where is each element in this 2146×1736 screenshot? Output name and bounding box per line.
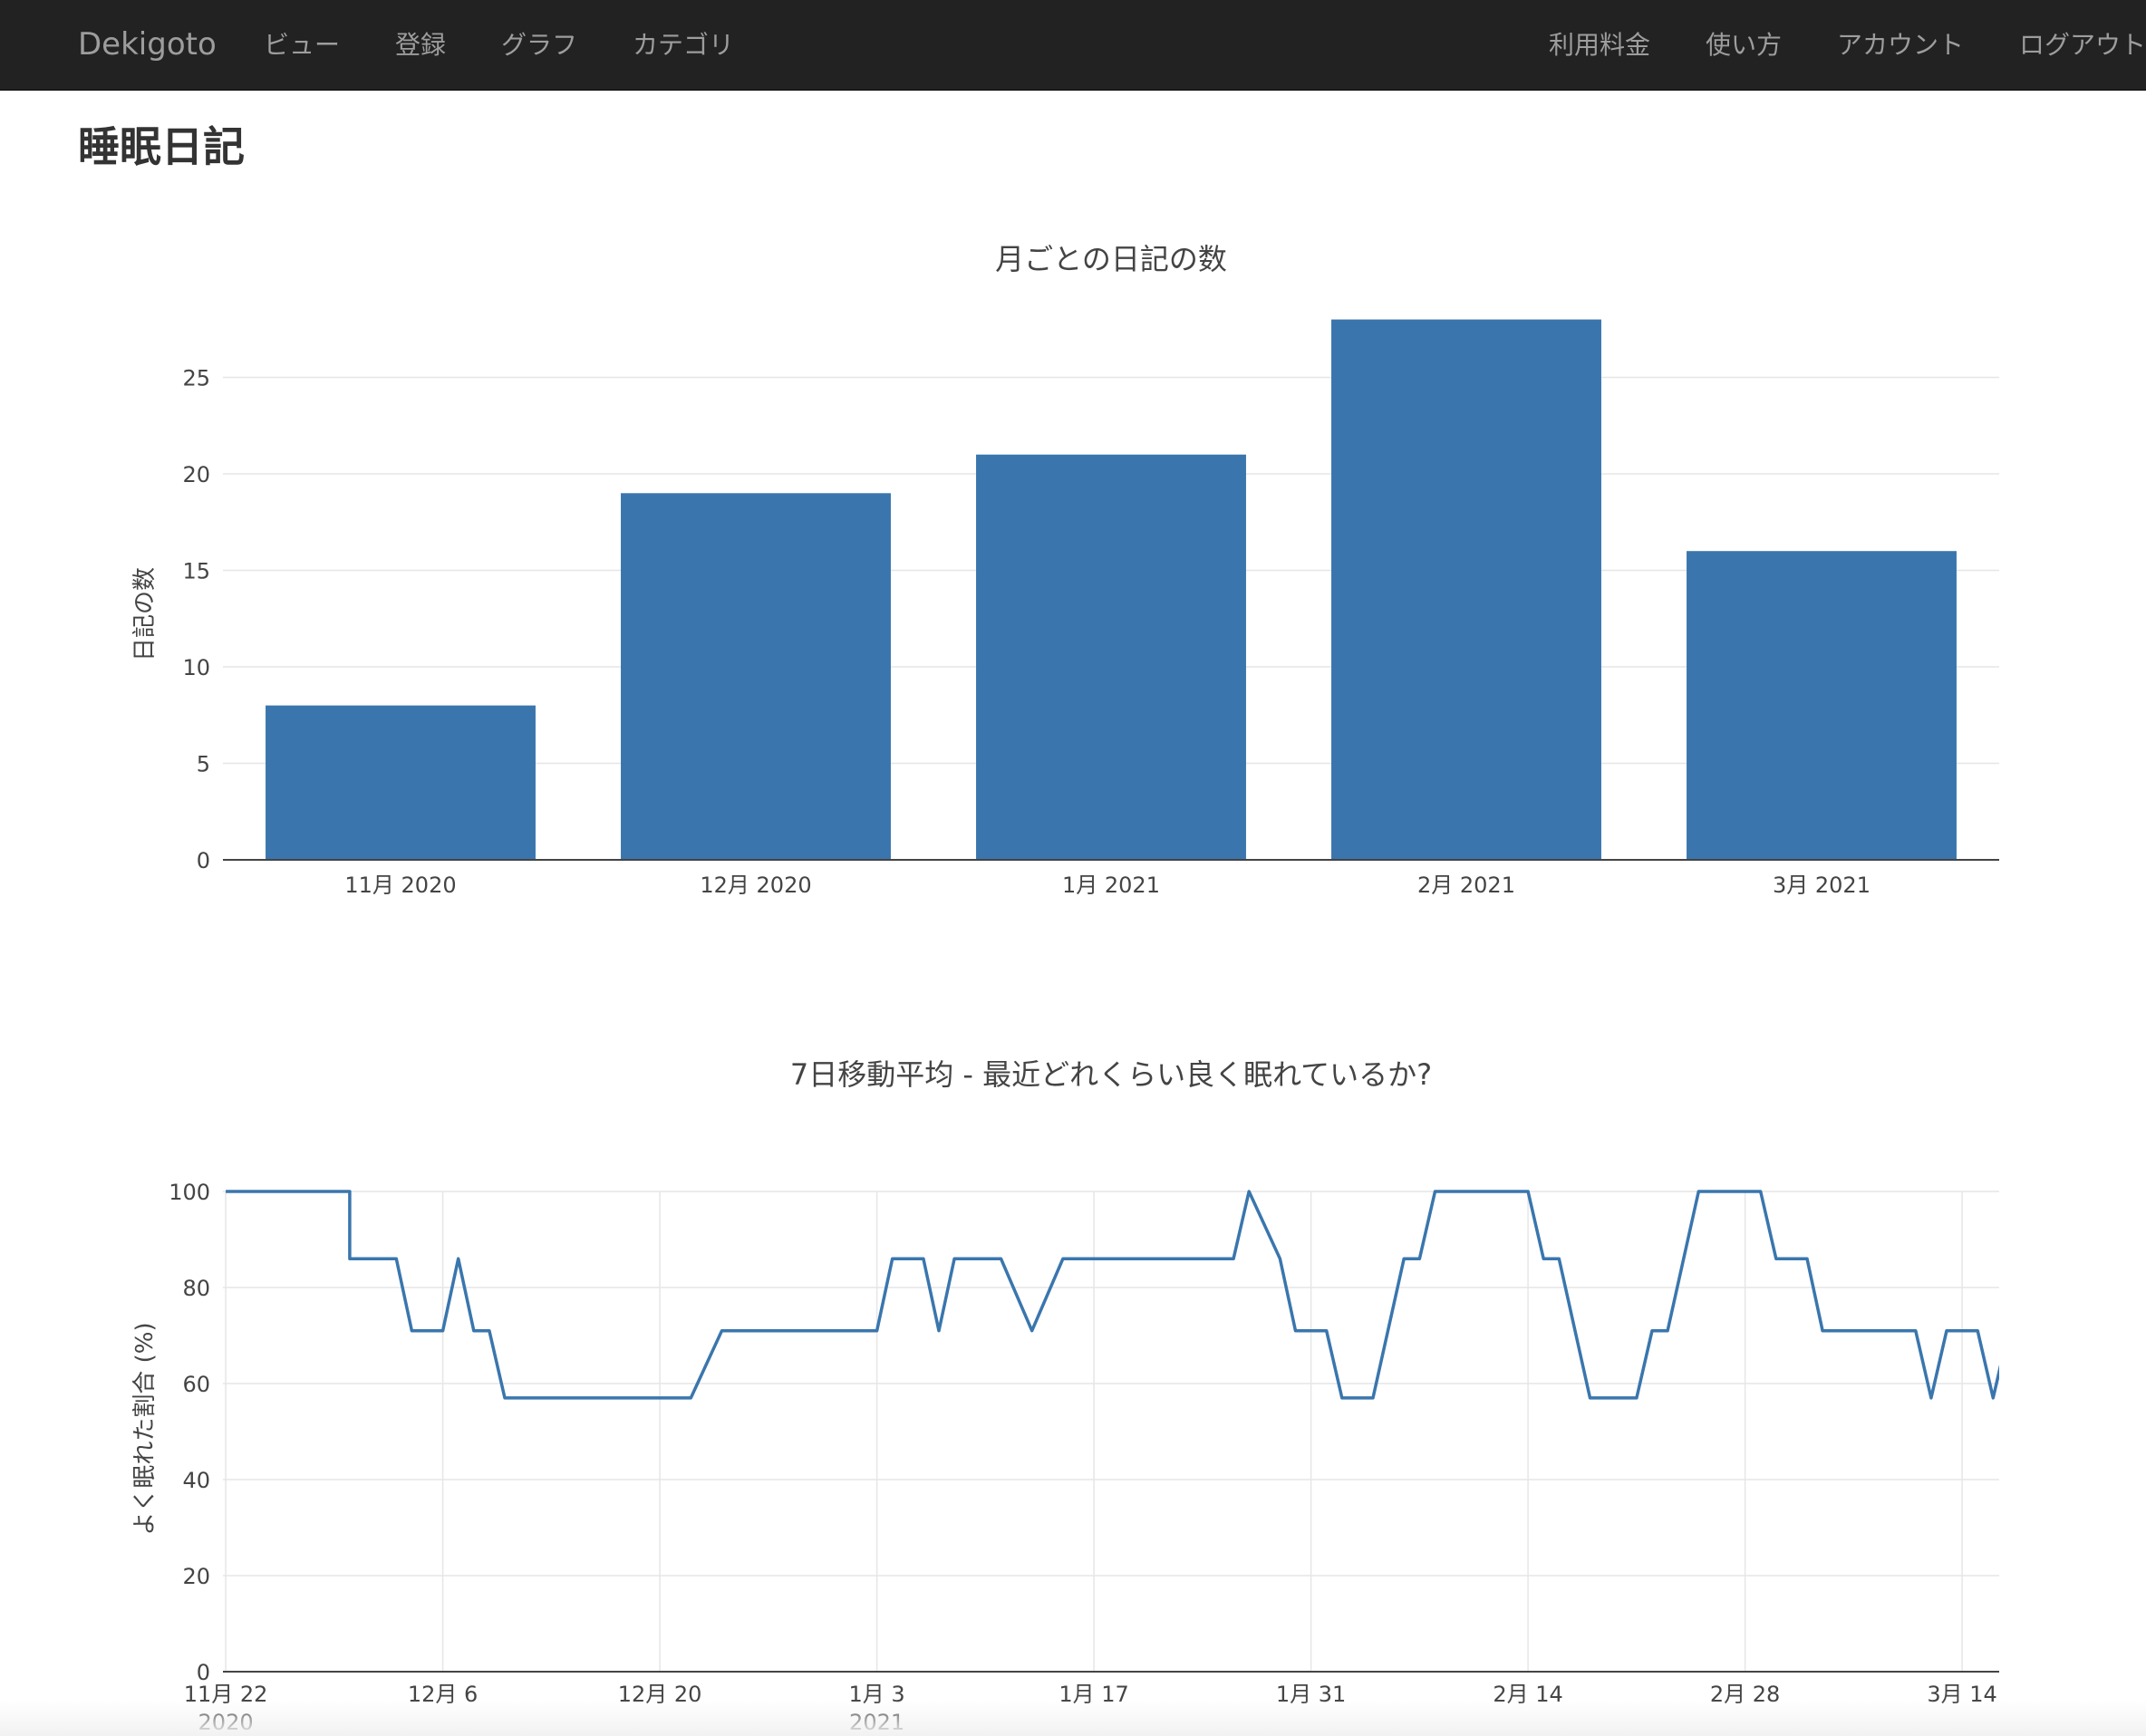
- bar-chart-y-tick-label: 20: [182, 462, 210, 487]
- bar-chart-y-ticks: 0 5 10 15 20 25: [182, 366, 210, 874]
- bar-chart-x-tick-label: 2月 2021: [1417, 873, 1515, 898]
- page-title: 睡眠日記: [78, 122, 245, 171]
- bar[interactable]: [266, 705, 536, 860]
- line-chart-y-tick-label: 80: [182, 1276, 210, 1301]
- line-chart-gridlines: [223, 1191, 1999, 1672]
- nav-item-logout[interactable]: ログアウト: [2019, 0, 2146, 90]
- bar-chart-y-axis-label: 日記の数: [131, 567, 159, 661]
- bar-chart-x-tick-label: 12月 2020: [700, 873, 811, 898]
- bar-chart-x-ticks: 11月 2020 12月 2020 1月 2021 2月 2021 3月 2021: [344, 873, 1870, 898]
- bar-chart-y-tick-label: 15: [182, 559, 210, 584]
- nav-item-account[interactable]: アカウント: [1837, 0, 1964, 90]
- bar-chart-x-tick-label: 3月 2021: [1773, 873, 1870, 898]
- bar-chart-y-tick-label: 25: [182, 366, 210, 391]
- bar-chart-bars: [266, 319, 1957, 861]
- line-chart-title: 7日移動平均 - 最近どれくらい良く眠れているか?: [790, 1057, 1432, 1092]
- line-chart-y-tick-label: 40: [182, 1468, 210, 1493]
- nav-item-category[interactable]: カテゴリ: [633, 0, 734, 90]
- line-chart-y-tick-label: 100: [169, 1180, 210, 1205]
- bottom-scroll-fade: [0, 1700, 2146, 1736]
- nav-item-register[interactable]: 登録: [395, 0, 446, 90]
- line-series-path[interactable]: [226, 1190, 2008, 1400]
- bar[interactable]: [1687, 551, 1957, 860]
- bar-chart-title: 月ごとの日記の数: [995, 242, 1227, 276]
- navbar: Dekigoto ビュー 登録 グラフ カテゴリ 利用料金 使い方 アカウント …: [0, 0, 2146, 91]
- bar[interactable]: [621, 493, 891, 860]
- line-chart-y-tick-label: 20: [182, 1564, 210, 1589]
- nav-item-how-to-use[interactable]: 使い方: [1706, 0, 1782, 90]
- bar[interactable]: [1331, 319, 1601, 861]
- bar-chart-y-tick-label: 10: [182, 655, 210, 680]
- line-chart-y-tick-label: 60: [182, 1372, 210, 1397]
- bar-chart-y-tick-label: 0: [197, 848, 210, 873]
- bar[interactable]: [976, 454, 1246, 860]
- nav-item-pricing[interactable]: 利用料金: [1549, 0, 1650, 90]
- line-chart-y-ticks: 020406080100: [169, 1180, 210, 1685]
- monthly-entries-bar-chart: 月ごとの日記の数 日記の数 0 5 10 15 20 25 11月 2020 12月 202…: [131, 242, 1999, 898]
- nav-item-view[interactable]: ビュー: [264, 0, 340, 90]
- nav-left: ビュー 登録 グラフ カテゴリ: [264, 0, 789, 90]
- line-chart-series: [226, 1190, 2008, 1400]
- nav-item-graph[interactable]: グラフ: [501, 0, 577, 90]
- moving-average-line-chart: 7日移動平均 - 最近どれくらい良く眠れているか? よく眠れた割合 (%) 02…: [131, 1057, 2008, 1735]
- bar-chart-x-tick-label: 1月 2021: [1062, 873, 1160, 898]
- brand-logo[interactable]: Dekigoto: [78, 0, 217, 90]
- bar-chart-x-tick-label: 11月 2020: [344, 873, 456, 898]
- line-chart-y-axis-label: よく眠れた割合 (%): [131, 1322, 159, 1535]
- bar-chart-y-tick-label: 5: [197, 752, 210, 777]
- nav-right: 利用料金 使い方 アカウント ログアウト: [1549, 0, 2146, 90]
